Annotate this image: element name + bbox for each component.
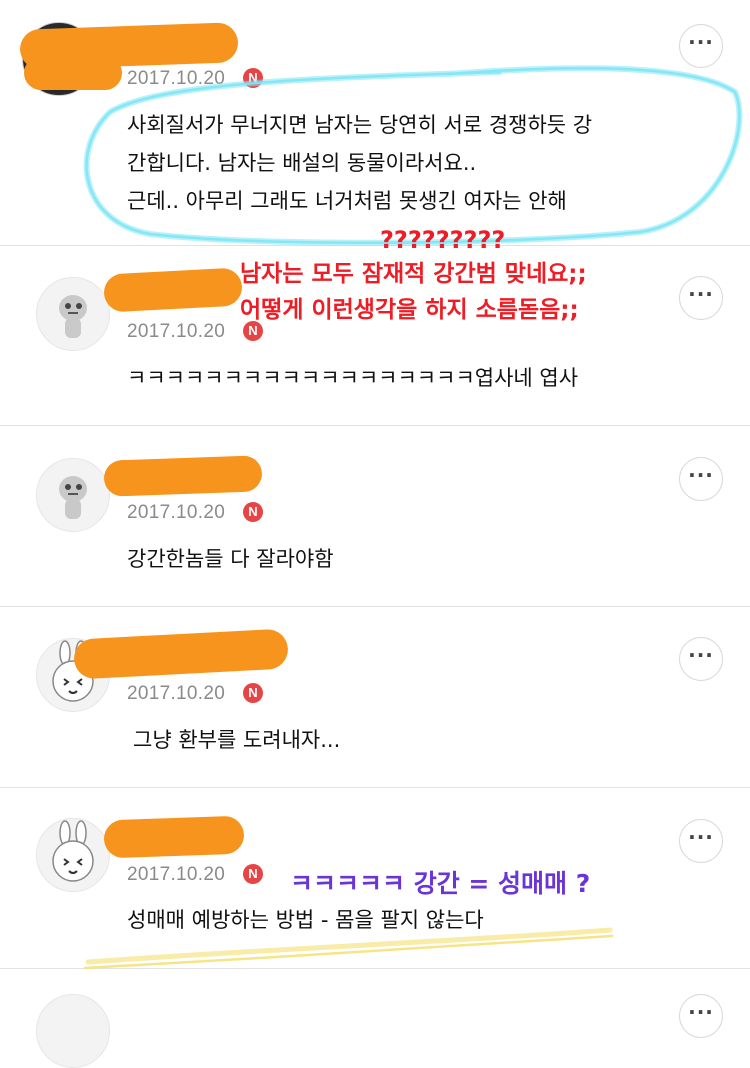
more-options-button[interactable]: ··· <box>679 276 723 320</box>
comment-text: 그냥 환부를 도려내자... <box>133 728 341 752</box>
annotation-red-line-2: 어떻게 이런생각을 하지 소름돋음;; <box>240 297 579 323</box>
character-avatar-icon <box>59 476 87 519</box>
more-options-button[interactable]: ··· <box>679 24 723 68</box>
new-badge: N <box>243 864 263 884</box>
redacted-username <box>103 815 245 859</box>
more-options-button[interactable]: ··· <box>679 994 723 1038</box>
more-options-button[interactable]: ··· <box>679 637 723 681</box>
new-badge: N <box>243 68 263 88</box>
redacted-username <box>103 455 263 497</box>
avatar[interactable] <box>36 818 110 892</box>
comment-date: 2017.10.20 <box>127 864 226 885</box>
ellipsis-icon: ··· <box>688 825 714 849</box>
annotation-question-marks: ????????? <box>380 226 506 254</box>
ellipsis-icon: ··· <box>688 282 714 306</box>
comment-text-line: 근데.. 아무리 그래도 너거처럼 못생긴 여자는 안해 <box>127 189 567 213</box>
comment-date: 2017.10.20 <box>127 68 226 89</box>
avatar[interactable] <box>36 994 110 1068</box>
divider <box>0 245 750 246</box>
ellipsis-icon: ··· <box>688 30 714 54</box>
avatar[interactable] <box>36 277 110 351</box>
more-options-button[interactable]: ··· <box>679 819 723 863</box>
divider <box>0 787 750 788</box>
comment-text: 성매매 예방하는 방법 - 몸을 팔지 않는다 <box>127 908 484 932</box>
ellipsis-icon: ··· <box>688 463 714 487</box>
comment-date: 2017.10.20 <box>127 321 226 342</box>
comment-date: 2017.10.20 <box>127 502 226 523</box>
ellipsis-icon: ··· <box>688 1000 714 1024</box>
ellipsis-icon: ··· <box>688 643 714 667</box>
redacted-username <box>73 628 289 680</box>
comment-date: 2017.10.20 <box>127 683 226 704</box>
more-options-button[interactable]: ··· <box>679 457 723 501</box>
annotation-red-line-1: 남자는 모두 잠재적 강간범 맞네요;; <box>240 261 587 287</box>
comment-text: 강간한놈들 다 잘라야함 <box>127 547 334 571</box>
new-badge: N <box>243 502 263 522</box>
comment-text-line: 사회질서가 무너지면 남자는 당연히 서로 경쟁하듯 강 <box>127 113 593 137</box>
annotation-purple: ㅋㅋㅋㅋㅋ 강간 = 성매매 ? <box>290 869 591 898</box>
comment-text: ㅋㅋㅋㅋㅋㅋㅋㅋㅋㅋㅋㅋㅋㅋㅋㅋㅋㅋ엽사네 엽사 <box>127 366 579 390</box>
divider <box>0 606 750 607</box>
divider <box>0 425 750 426</box>
divider <box>0 968 750 969</box>
new-badge: N <box>243 683 263 703</box>
rabbit-avatar-icon <box>52 820 94 882</box>
comment-text-line: 간합니다. 남자는 배설의 동물이라서요.. <box>127 151 477 175</box>
redacted-username <box>24 56 122 90</box>
comment-text: 사회질서가 무너지면 남자는 당연히 서로 경쟁하듯 강 간합니다. 남자는 배… <box>127 106 592 220</box>
avatar[interactable] <box>36 458 110 532</box>
redacted-username <box>103 267 243 313</box>
character-avatar-icon <box>59 295 87 338</box>
